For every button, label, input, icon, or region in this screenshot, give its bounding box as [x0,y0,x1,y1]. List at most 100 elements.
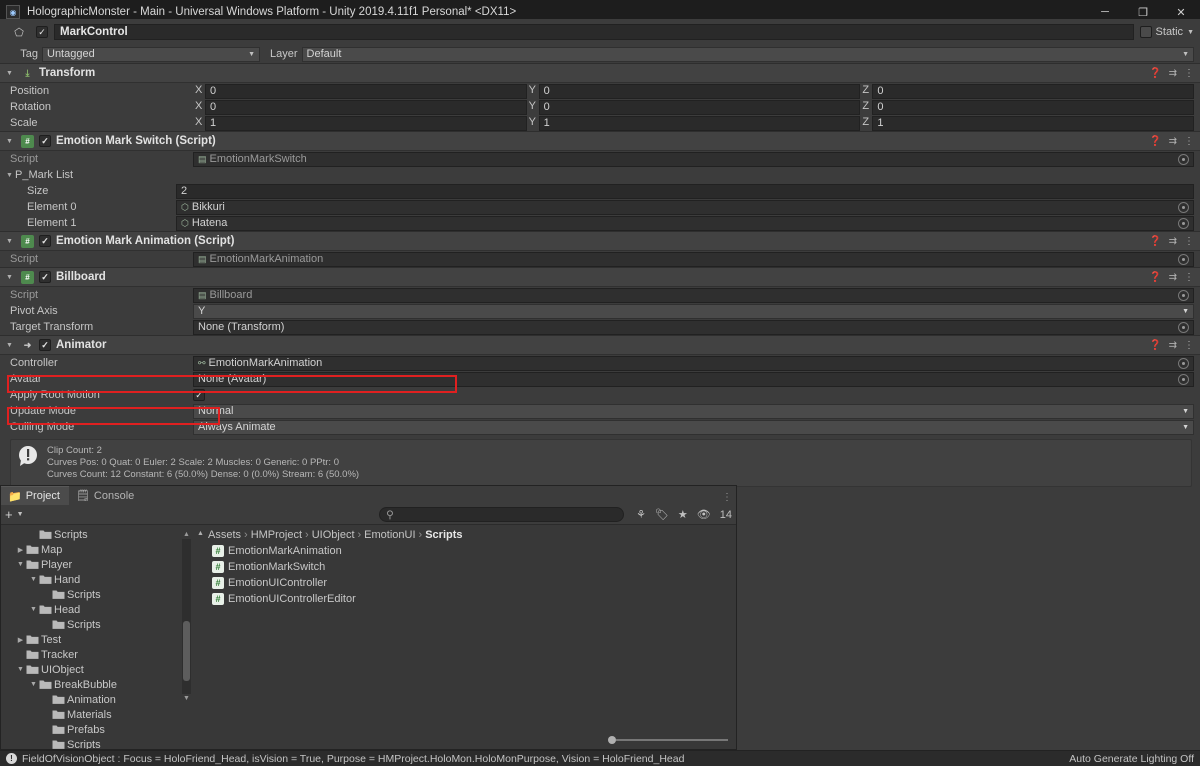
foldout-icon[interactable]: ▼ [4,172,15,179]
object-field[interactable]: ▤ EmotionMarkSwitch [193,151,1194,167]
object-picker-icon[interactable] [1178,357,1189,369]
component-enabled-checkbox[interactable]: ✓ [39,235,51,247]
foldout-icon[interactable]: ▼ [6,274,16,281]
asset-item[interactable]: # EmotionUIController [194,575,736,591]
tag-dropdown[interactable]: Untagged ▼ [42,46,260,62]
static-checkbox[interactable] [1139,26,1152,38]
help-icon[interactable]: ❓ [1149,236,1161,247]
project-search-input[interactable]: ⚲ [379,507,625,522]
object-picker-icon[interactable] [1178,373,1189,385]
static-toggle-group[interactable]: Static ▼ [1139,26,1194,38]
project-zoom-slider[interactable] [608,735,728,745]
component-enabled-checkbox[interactable]: ✓ [39,339,51,351]
filter-by-type-icon[interactable]: ⚘ [636,508,646,521]
help-icon[interactable]: ❓ [1149,68,1161,79]
foldout-icon[interactable]: ▼ [6,138,16,145]
object-picker-icon[interactable] [1178,201,1189,213]
breadcrumb-item[interactable]: EmotionUI [364,529,415,541]
project-folder-scripts[interactable]: Scripts [1,587,193,602]
favorite-star-icon[interactable]: ★ [678,508,688,521]
object-picker-icon[interactable] [1178,153,1189,165]
project-folder-uiobject[interactable]: ▼ UIObject [1,662,193,677]
project-folder-scripts[interactable]: Scripts [1,617,193,632]
chevron-down-icon[interactable]: ▼ [17,511,24,518]
position-z-input[interactable]: 0 [872,83,1195,99]
rotation-z-input[interactable]: 0 [872,99,1195,115]
preset-icon[interactable]: ⇉ [1169,136,1177,147]
update-mode-dropdown[interactable]: Normal ▼ [193,403,1194,419]
slider-knob[interactable] [608,736,616,744]
position-y-input[interactable]: 0 [538,83,861,99]
project-folder-scripts[interactable]: Scripts [1,527,193,542]
filter-by-label-icon[interactable]: 🏷 [655,508,669,521]
foldout-icon[interactable]: ▼ [28,681,39,688]
preset-icon[interactable]: ⇉ [1169,68,1177,79]
tab-project[interactable]: 📁 Project [1,486,69,505]
breadcrumb-item[interactable]: UIObject [312,529,355,541]
help-icon[interactable]: ❓ [1149,272,1161,283]
asset-item[interactable]: # EmotionMarkAnimation [194,543,736,559]
breadcrumb-item[interactable]: Scripts [425,529,462,541]
foldout-icon[interactable]: ▼ [15,666,26,673]
project-tree-scroll-down[interactable]: ▼ [182,694,191,703]
rotation-x-input[interactable]: 0 [205,99,527,115]
menu-kebab-icon[interactable]: ⋮ [1184,272,1194,283]
chevron-down-icon[interactable]: ▼ [1187,29,1194,36]
component-enabled-checkbox[interactable]: ✓ [39,135,51,147]
project-folder-breakbubble[interactable]: ▼ BreakBubble [1,677,193,692]
project-folder-test[interactable]: ▶ Test [1,632,193,647]
component-header-emotion-mark-animation-script[interactable]: ▼ # ✓ Emotion Mark Animation (Script) ❓ ⇉ ⋮ [0,231,1200,251]
menu-kebab-icon[interactable]: ⋮ [1184,340,1194,351]
menu-kebab-icon[interactable]: ⋮ [722,492,732,503]
foldout-icon[interactable]: ▼ [28,606,39,613]
project-folder-hand[interactable]: ▼ Hand [1,572,193,587]
object-field[interactable]: None (Transform) [193,319,1194,335]
rotation-y-input[interactable]: 0 [538,99,861,115]
object-picker-icon[interactable] [1178,321,1189,333]
foldout-icon[interactable]: ▼ [6,342,16,349]
parent-folder-icon[interactable]: ▲ [197,530,204,537]
foldout-icon[interactable]: ▼ [6,70,16,77]
object-picker-icon[interactable] [1178,217,1189,229]
hidden-count-icon[interactable]: 👁 [697,508,711,521]
menu-kebab-icon[interactable]: ⋮ [1184,236,1194,247]
scale-z-input[interactable]: 1 [872,115,1195,131]
preset-icon[interactable]: ⇉ [1169,340,1177,351]
foldout-icon[interactable]: ▼ [15,561,26,568]
component-header-billboard[interactable]: ▼ # ✓ Billboard ❓ ⇉ ⋮ [0,267,1200,287]
culling-mode-dropdown[interactable]: Always Animate ▼ [193,419,1194,435]
scale-x-input[interactable]: 1 [205,115,527,131]
help-icon[interactable]: ❓ [1149,136,1161,147]
object-field[interactable]: ⬡ Hatena [176,215,1194,231]
menu-kebab-icon[interactable]: ⋮ [1184,136,1194,147]
breadcrumb-item[interactable]: Assets [208,529,241,541]
object-picker-icon[interactable] [1178,289,1189,301]
tab-console[interactable]: 🗒 Console [68,486,144,505]
create-asset-button[interactable]: + [5,508,13,521]
asset-item[interactable]: # EmotionUIControllerEditor [194,591,736,607]
apply-root-motion-checkbox[interactable]: ✓ [193,389,205,401]
component-header-animator[interactable]: ▼ ➜ ✓ Animator ❓ ⇉ ⋮ [0,335,1200,355]
preset-icon[interactable]: ⇉ [1169,236,1177,247]
project-folder-prefabs[interactable]: Prefabs [1,722,193,737]
project-folder-scripts[interactable]: Scripts [1,737,193,749]
foldout-icon[interactable]: ▶ [15,636,26,644]
project-tree-scrollbar[interactable] [182,539,191,694]
project-folder-head[interactable]: ▼ Head [1,602,193,617]
preset-icon[interactable]: ⇉ [1169,272,1177,283]
component-header-transform[interactable]: ▼ ⤓ Transform ❓ ⇉ ⋮ [0,63,1200,83]
foldout-icon[interactable]: ▶ [15,546,26,554]
foldout-icon[interactable]: ▼ [6,238,16,245]
menu-kebab-icon[interactable]: ⋮ [1184,68,1194,79]
object-field[interactable]: ⚯ EmotionMarkAnimation [193,355,1194,371]
project-folder-map[interactable]: ▶ Map [1,542,193,557]
project-folder-animation[interactable]: Animation [1,692,193,707]
object-field[interactable]: ⬡ Bikkuri [176,199,1194,215]
position-x-input[interactable]: 0 [205,83,527,99]
component-header-emotion-mark-switch-script[interactable]: ▼ # ✓ Emotion Mark Switch (Script) ❓ ⇉ ⋮ [0,131,1200,151]
project-folder-materials[interactable]: Materials [1,707,193,722]
gameobject-name-input[interactable]: MarkControl [54,24,1134,40]
asset-item[interactable]: # EmotionMarkSwitch [194,559,736,575]
object-field[interactable]: ▤ EmotionMarkAnimation [193,251,1194,267]
object-field[interactable]: None (Avatar) [193,371,1194,387]
